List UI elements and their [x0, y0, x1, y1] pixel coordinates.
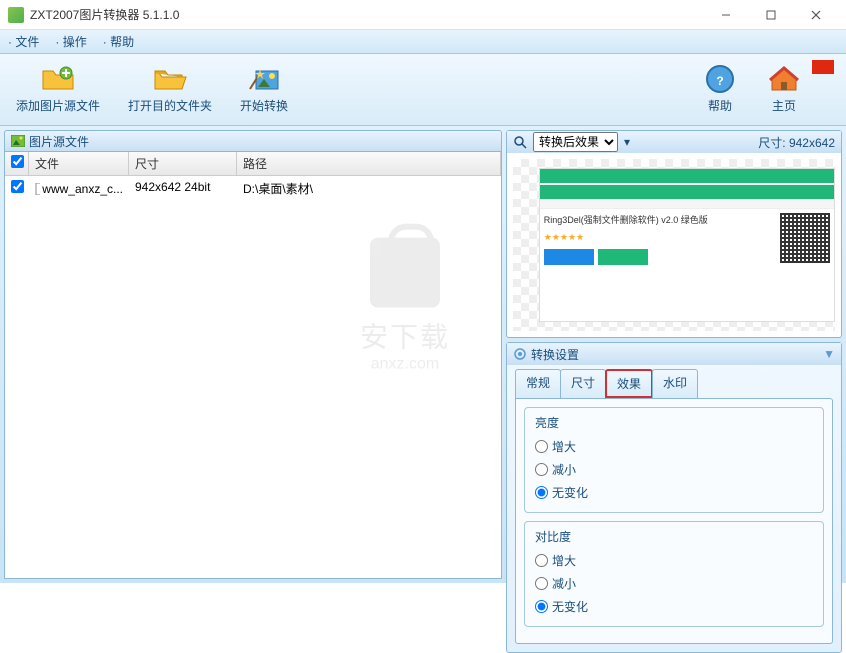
home-icon — [766, 65, 802, 93]
col-checkbox[interactable] — [5, 152, 29, 175]
settings-header[interactable]: 转换设置 ▼ — [507, 343, 841, 365]
start-convert-label: 开始转换 — [240, 97, 288, 114]
settings-panel: 转换设置 ▼ 常规 尺寸 效果 水印 亮度 增大 减小 无变化 对比度 增大 — [506, 342, 842, 653]
file-path: D:\桌面\素材\ — [237, 178, 501, 199]
preview-thumbnail: Ring3Del(强制文件删除软件) v2.0 绿色版 ★★★★★ — [539, 168, 835, 323]
preview-toolbar: 转换后效果 ▾ 尺寸: 942x642 — [507, 131, 841, 153]
source-panel-header: 图片源文件 — [4, 130, 502, 152]
app-icon — [8, 7, 24, 23]
tab-watermark[interactable]: 水印 — [652, 369, 698, 398]
start-convert-button[interactable]: 开始转换 — [240, 65, 288, 114]
open-dest-button[interactable]: 打开目的文件夹 — [128, 65, 212, 114]
header-checkbox[interactable] — [11, 155, 24, 168]
menubar: 文件 操作 帮助 — [0, 30, 846, 54]
close-button[interactable] — [793, 1, 838, 29]
col-file[interactable]: 文件 — [29, 152, 129, 175]
file-list: 文件 尺寸 路径 www_anxz_c... 942x642 24bit D:\… — [4, 152, 502, 579]
preview-panel: 转换后效果 ▾ 尺寸: 942x642 Ring3Del(强制文件删除软件) v… — [506, 130, 842, 338]
source-panel-title: 图片源文件 — [29, 133, 89, 150]
brightness-group: 亮度 增大 减小 无变化 — [524, 407, 824, 513]
qr-code — [780, 213, 830, 263]
tab-general[interactable]: 常规 — [515, 369, 561, 398]
col-path[interactable]: 路径 — [237, 152, 501, 175]
contrast-increase[interactable]: 增大 — [535, 549, 813, 572]
open-dest-label: 打开目的文件夹 — [128, 97, 212, 114]
wand-image-icon — [246, 65, 282, 93]
file-icon — [35, 183, 40, 195]
contrast-group: 对比度 增大 减小 无变化 — [524, 521, 824, 627]
menu-help[interactable]: 帮助 — [103, 33, 134, 50]
settings-tabs: 常规 尺寸 效果 水印 — [507, 365, 841, 398]
col-size[interactable]: 尺寸 — [129, 152, 237, 175]
brightness-label: 亮度 — [535, 414, 813, 431]
titlebar: ZXT2007图片转换器 5.1.1.0 — [0, 0, 846, 30]
tab-content-effect: 亮度 增大 减小 无变化 对比度 增大 减小 无变化 — [515, 398, 833, 644]
help-label: 帮助 — [708, 97, 732, 114]
flag-icon[interactable] — [812, 60, 834, 74]
row-checkbox[interactable] — [11, 180, 24, 193]
preview-image: Ring3Del(强制文件删除软件) v2.0 绿色版 ★★★★★ — [513, 159, 835, 331]
minimize-button[interactable] — [703, 1, 748, 29]
list-header: 文件 尺寸 路径 — [5, 152, 501, 176]
toolbar: 添加图片源文件 打开目的文件夹 开始转换 ? 帮助 主页 — [0, 54, 846, 126]
menu-file[interactable]: 文件 — [8, 33, 39, 50]
collapse-icon[interactable]: ▼ — [823, 347, 835, 361]
folder-open-icon — [152, 65, 188, 93]
comment-button-thumb — [598, 249, 648, 265]
brightness-nochange[interactable]: 无变化 — [535, 481, 813, 504]
gear-icon — [513, 347, 527, 361]
contrast-nochange[interactable]: 无变化 — [535, 595, 813, 618]
svg-text:?: ? — [716, 74, 723, 88]
contrast-label: 对比度 — [535, 528, 813, 545]
settings-title: 转换设置 — [531, 346, 579, 363]
main-area: 图片源文件 文件 尺寸 路径 www_anxz_c... 942x642 24b… — [0, 126, 846, 583]
image-icon — [11, 135, 25, 147]
brightness-decrease[interactable]: 减小 — [535, 458, 813, 481]
chevron-down-icon: ▾ — [624, 135, 630, 149]
preview-mode-select[interactable]: 转换后效果 — [533, 132, 618, 152]
menu-operate[interactable]: 操作 — [55, 33, 86, 50]
rating-stars: ★★★★★ — [544, 232, 776, 243]
preview-size-label: 尺寸: 942x642 — [758, 134, 835, 151]
brightness-increase[interactable]: 增大 — [535, 435, 813, 458]
file-size: 942x642 24bit — [129, 178, 237, 199]
tab-size[interactable]: 尺寸 — [560, 369, 606, 398]
file-name: www_anxz_c... — [42, 182, 123, 196]
tab-effect[interactable]: 效果 — [605, 369, 653, 398]
folder-plus-icon — [40, 65, 76, 93]
table-row[interactable]: www_anxz_c... 942x642 24bit D:\桌面\素材\ — [5, 176, 501, 201]
help-icon: ? — [702, 65, 738, 93]
right-panel: 转换后效果 ▾ 尺寸: 942x642 Ring3Del(强制文件删除软件) v… — [506, 130, 842, 579]
thumb-title: Ring3Del(强制文件删除软件) v2.0 绿色版 — [544, 213, 776, 226]
left-panel: 图片源文件 文件 尺寸 路径 www_anxz_c... 942x642 24b… — [4, 130, 502, 579]
maximize-button[interactable] — [748, 1, 793, 29]
magnifier-icon[interactable] — [513, 135, 527, 149]
window-title: ZXT2007图片转换器 5.1.1.0 — [30, 6, 703, 23]
home-button[interactable]: 主页 — [766, 65, 802, 114]
add-source-label: 添加图片源文件 — [16, 97, 100, 114]
contrast-decrease[interactable]: 减小 — [535, 572, 813, 595]
add-source-button[interactable]: 添加图片源文件 — [16, 65, 100, 114]
home-label: 主页 — [772, 97, 796, 114]
help-button[interactable]: ? 帮助 — [702, 65, 738, 114]
download-button-thumb — [544, 249, 594, 265]
